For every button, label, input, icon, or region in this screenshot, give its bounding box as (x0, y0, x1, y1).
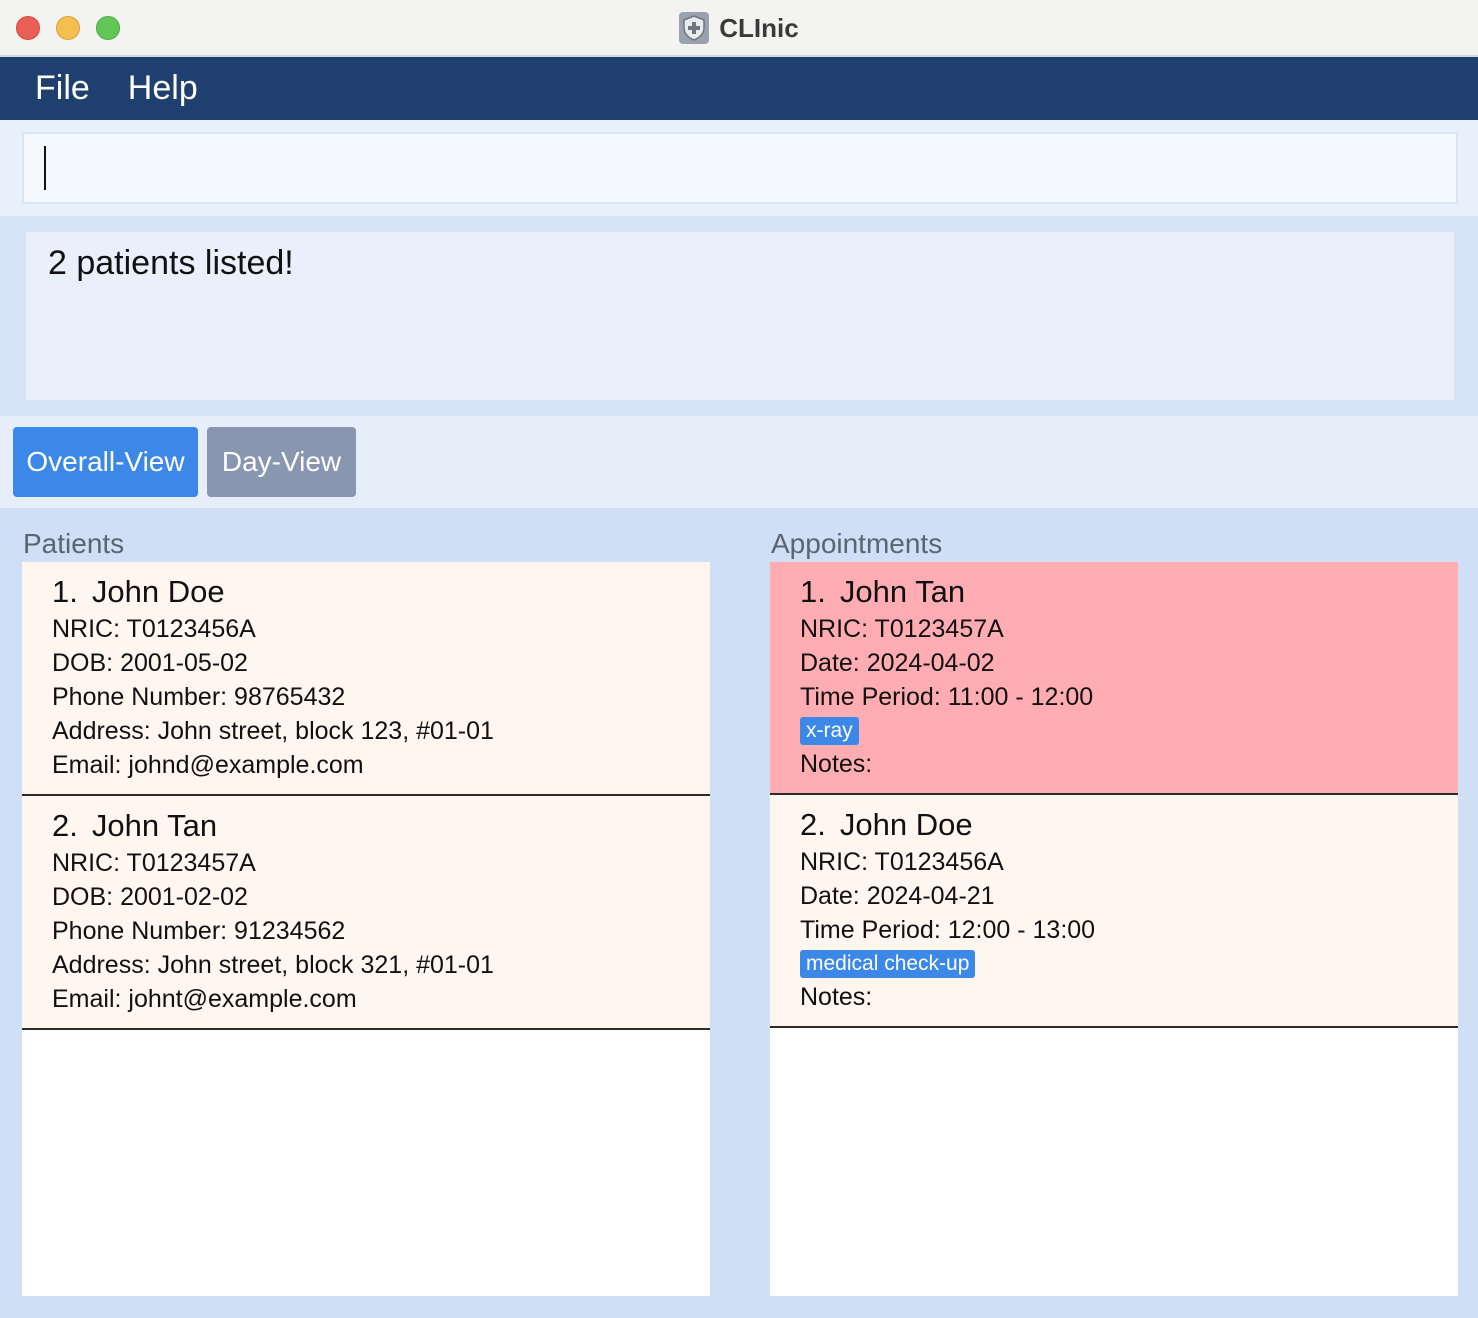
appointment-index: 1. (800, 574, 826, 609)
patient-email: Email: johnd@example.com (52, 751, 364, 779)
patient-email: Email: johnt@example.com (52, 985, 357, 1013)
menu-bar: File Help (0, 57, 1478, 120)
appointments-label: Appointments (771, 528, 943, 559)
patient-name: John Doe (91, 574, 225, 609)
appointment-tag: x-ray (800, 717, 859, 745)
shield-plus-icon (679, 12, 710, 44)
appointment-tag: medical check-up (800, 950, 976, 978)
patient-phone: Phone Number: 98765432 (52, 683, 346, 711)
appointment-patient-name: John Doe (839, 807, 973, 842)
patient-nric: NRIC: T0123457A (52, 849, 256, 877)
patient-name-row: 1. John Doe (52, 572, 680, 612)
patient-name-row: 2. John Tan (52, 806, 680, 846)
menu-file[interactable]: File (35, 69, 90, 108)
appointment-notes: Notes: (800, 983, 873, 1011)
patient-dob: DOB: 2001-02-02 (52, 883, 248, 911)
text-caret (44, 146, 46, 190)
appointment-notes: Notes: (800, 750, 873, 778)
patient-index: 2. (52, 808, 78, 843)
menu-help[interactable]: Help (128, 69, 198, 108)
appointment-name-row: 1. John Tan (800, 572, 1428, 612)
patient-dob: DOB: 2001-05-02 (52, 649, 248, 677)
command-input[interactable] (22, 132, 1458, 204)
result-message: 2 patients listed! (24, 230, 1456, 402)
window-title: CLInic (719, 12, 799, 43)
appointment-time: Time Period: 11:00 - 12:00 (800, 683, 1094, 711)
appointment-index: 2. (800, 807, 826, 842)
appointment-patient-name: John Tan (839, 574, 966, 609)
patient-card[interactable]: 2. John Tan NRIC: T0123457A DOB: 2001-02-… (22, 796, 710, 1030)
appointment-nric: NRIC: T0123457A (800, 615, 1004, 643)
appointment-date: Date: 2024-04-21 (800, 882, 995, 910)
appointment-nric: NRIC: T0123456A (800, 848, 1004, 876)
patients-label: Patients (23, 528, 125, 559)
patient-name: John Tan (91, 808, 218, 843)
result-area: 2 patients listed! (0, 216, 1478, 416)
patient-phone: Phone Number: 91234562 (52, 917, 346, 945)
patient-card[interactable]: 1. John Doe NRIC: T0123456A DOB: 2001-05-… (22, 562, 710, 796)
patient-address: Address: John street, block 123, #01-01 (52, 717, 494, 745)
command-area (0, 120, 1478, 216)
appointment-name-row: 2. John Doe (800, 805, 1428, 845)
window-title-group: CLInic (0, 0, 1478, 56)
patient-index: 1. (52, 574, 78, 609)
overall-view-button[interactable]: Overall-View (13, 427, 198, 497)
day-view-button[interactable]: Day-View (207, 427, 356, 497)
appointment-list[interactable]: 1. John Tan NRIC: T0123457A Date: 2024-04… (770, 562, 1458, 1296)
view-toggle-bar: Overall-View Day-View (0, 416, 1478, 508)
appointment-time: Time Period: 12:00 - 13:00 (800, 916, 1096, 944)
appointment-card[interactable]: 1. John Tan NRIC: T0123457A Date: 2024-04… (770, 562, 1458, 795)
appointment-date: Date: 2024-04-02 (800, 649, 995, 677)
title-bar: CLInic (0, 0, 1478, 56)
patient-nric: NRIC: T0123456A (52, 615, 256, 643)
patient-address: Address: John street, block 321, #01-01 (52, 951, 494, 979)
appointment-card[interactable]: 2. John Doe NRIC: T0123456A Date: 2024-04… (770, 795, 1458, 1028)
patient-list[interactable]: 1. John Doe NRIC: T0123456A DOB: 2001-05-… (22, 562, 710, 1296)
